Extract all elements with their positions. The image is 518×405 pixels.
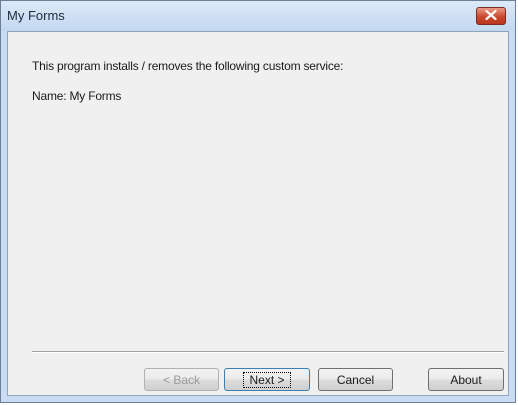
cancel-button[interactable]: Cancel: [318, 368, 393, 391]
close-button[interactable]: [476, 7, 506, 25]
dialog-window: My Forms This program installs / removes…: [0, 0, 516, 403]
next-button-label: Next >: [243, 371, 291, 388]
cancel-button-label: Cancel: [336, 372, 375, 387]
dialog-client-area: This program installs / removes the foll…: [7, 31, 509, 396]
back-button-label: < Back: [162, 372, 201, 387]
close-icon: [485, 7, 497, 25]
window-title: My Forms: [7, 8, 65, 23]
back-button[interactable]: < Back: [144, 368, 219, 391]
title-bar[interactable]: My Forms: [1, 1, 515, 31]
button-separator: [32, 351, 504, 353]
about-button-label: About: [450, 372, 482, 387]
service-name-text: Name: My Forms: [32, 89, 122, 103]
next-button[interactable]: Next >: [224, 368, 310, 391]
about-button[interactable]: About: [428, 368, 504, 391]
description-text: This program installs / removes the foll…: [32, 59, 344, 73]
